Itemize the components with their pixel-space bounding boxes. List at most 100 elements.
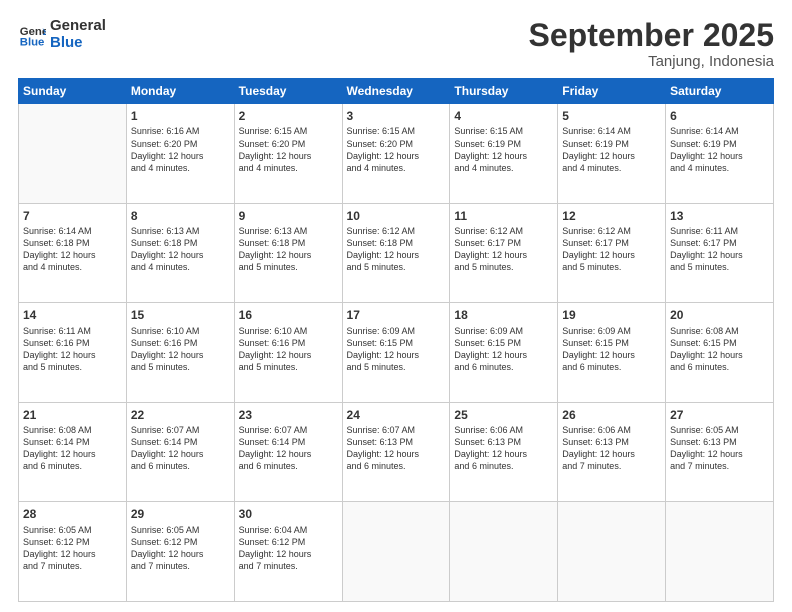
day-number: 29 <box>131 506 230 522</box>
day-info: Sunrise: 6:10 AMSunset: 6:16 PMDaylight:… <box>131 325 230 374</box>
day-info: Sunrise: 6:12 AMSunset: 6:18 PMDaylight:… <box>347 225 446 274</box>
calendar-cell: 6Sunrise: 6:14 AMSunset: 6:19 PMDaylight… <box>666 104 774 204</box>
day-info: Sunrise: 6:13 AMSunset: 6:18 PMDaylight:… <box>131 225 230 274</box>
calendar-cell: 1Sunrise: 6:16 AMSunset: 6:20 PMDaylight… <box>126 104 234 204</box>
day-number: 30 <box>239 506 338 522</box>
calendar-cell: 23Sunrise: 6:07 AMSunset: 6:14 PMDayligh… <box>234 402 342 502</box>
day-info: Sunrise: 6:12 AMSunset: 6:17 PMDaylight:… <box>562 225 661 274</box>
column-header-friday: Friday <box>558 79 666 104</box>
day-number: 20 <box>670 307 769 323</box>
calendar-cell: 20Sunrise: 6:08 AMSunset: 6:15 PMDayligh… <box>666 303 774 403</box>
day-info: Sunrise: 6:12 AMSunset: 6:17 PMDaylight:… <box>454 225 553 274</box>
day-info: Sunrise: 6:15 AMSunset: 6:20 PMDaylight:… <box>347 125 446 174</box>
calendar-cell: 22Sunrise: 6:07 AMSunset: 6:14 PMDayligh… <box>126 402 234 502</box>
day-number: 17 <box>347 307 446 323</box>
calendar-cell: 10Sunrise: 6:12 AMSunset: 6:18 PMDayligh… <box>342 203 450 303</box>
logo-blue: Blue <box>50 35 106 52</box>
day-info: Sunrise: 6:06 AMSunset: 6:13 PMDaylight:… <box>454 424 553 473</box>
calendar-week-row: 28 Sunrise: 6:05 AMSunset: 6:12 PMDayligh… <box>19 502 774 602</box>
column-header-saturday: Saturday <box>666 79 774 104</box>
day-number: 22 <box>131 407 230 423</box>
calendar-cell <box>666 502 774 602</box>
calendar-cell: 13Sunrise: 6:11 AMSunset: 6:17 PMDayligh… <box>666 203 774 303</box>
calendar-cell <box>450 502 558 602</box>
calendar-table: SundayMondayTuesdayWednesdayThursdayFrid… <box>18 78 774 602</box>
day-info: Sunrise: 6:08 AMSunset: 6:14 PMDaylight:… <box>23 424 122 473</box>
day-number: 27 <box>670 407 769 423</box>
day-number: 2 <box>239 108 338 124</box>
calendar-cell: 27Sunrise: 6:05 AMSunset: 6:13 PMDayligh… <box>666 402 774 502</box>
calendar-cell: 3Sunrise: 6:15 AMSunset: 6:20 PMDaylight… <box>342 104 450 204</box>
calendar-cell <box>19 104 127 204</box>
day-info: Sunrise: 6:14 AMSunset: 6:19 PMDaylight:… <box>670 125 769 174</box>
day-number: 4 <box>454 108 553 124</box>
day-number: 28 <box>23 506 122 522</box>
day-number: 6 <box>670 108 769 124</box>
calendar-cell: 18 Sunrise: 6:09 AMSunset: 6:15 PMDayligh… <box>450 303 558 403</box>
day-info: Sunrise: 6:07 AMSunset: 6:13 PMDaylight:… <box>347 424 446 473</box>
day-number: 26 <box>562 407 661 423</box>
calendar-cell: 5Sunrise: 6:14 AMSunset: 6:19 PMDaylight… <box>558 104 666 204</box>
calendar-cell: 21Sunrise: 6:08 AMSunset: 6:14 PMDayligh… <box>19 402 127 502</box>
day-info: Sunrise: 6:15 AMSunset: 6:19 PMDaylight:… <box>454 125 553 174</box>
column-header-wednesday: Wednesday <box>342 79 450 104</box>
day-info: Sunrise: 6:16 AMSunset: 6:20 PMDaylight:… <box>131 125 230 174</box>
day-info: Sunrise: 6:15 AMSunset: 6:20 PMDaylight:… <box>239 125 338 174</box>
day-number: 18 <box>454 307 553 323</box>
calendar-week-row: 14 Sunrise: 6:11 AMSunset: 6:16 PMDayligh… <box>19 303 774 403</box>
calendar-cell: 24Sunrise: 6:07 AMSunset: 6:13 PMDayligh… <box>342 402 450 502</box>
logo: General Blue General Blue <box>18 18 106 51</box>
day-info: Sunrise: 6:14 AMSunset: 6:18 PMDaylight:… <box>23 225 122 274</box>
day-info: Sunrise: 6:14 AMSunset: 6:19 PMDaylight:… <box>562 125 661 174</box>
day-number: 1 <box>131 108 230 124</box>
calendar-cell: 2Sunrise: 6:15 AMSunset: 6:20 PMDaylight… <box>234 104 342 204</box>
calendar-cell: 25Sunrise: 6:06 AMSunset: 6:13 PMDayligh… <box>450 402 558 502</box>
day-info: Sunrise: 6:07 AMSunset: 6:14 PMDaylight:… <box>131 424 230 473</box>
day-info: Sunrise: 6:11 AMSunset: 6:16 PMDaylight:… <box>23 325 122 374</box>
day-number: 3 <box>347 108 446 124</box>
day-number: 14 <box>23 307 122 323</box>
calendar-week-row: 1Sunrise: 6:16 AMSunset: 6:20 PMDaylight… <box>19 104 774 204</box>
day-number: 19 <box>562 307 661 323</box>
day-info: Sunrise: 6:13 AMSunset: 6:18 PMDaylight:… <box>239 225 338 274</box>
calendar-cell: 14 Sunrise: 6:11 AMSunset: 6:16 PMDayligh… <box>19 303 127 403</box>
calendar-cell: 19Sunrise: 6:09 AMSunset: 6:15 PMDayligh… <box>558 303 666 403</box>
calendar-header-row: SundayMondayTuesdayWednesdayThursdayFrid… <box>19 79 774 104</box>
calendar-cell: 29 Sunrise: 6:05 AMSunset: 6:12 PMDayligh… <box>126 502 234 602</box>
day-info: Sunrise: 6:09 AMSunset: 6:15 PMDaylight:… <box>454 325 553 374</box>
calendar-week-row: 21Sunrise: 6:08 AMSunset: 6:14 PMDayligh… <box>19 402 774 502</box>
day-number: 23 <box>239 407 338 423</box>
day-info: Sunrise: 6:06 AMSunset: 6:13 PMDaylight:… <box>562 424 661 473</box>
day-number: 9 <box>239 208 338 224</box>
day-number: 21 <box>23 407 122 423</box>
calendar-cell: 30Sunrise: 6:04 AMSunset: 6:12 PMDayligh… <box>234 502 342 602</box>
column-header-tuesday: Tuesday <box>234 79 342 104</box>
month-title: September 2025 <box>529 18 774 53</box>
day-info: Sunrise: 6:05 AMSunset: 6:12 PMDaylight:… <box>131 524 230 573</box>
svg-text:Blue: Blue <box>20 36 45 48</box>
calendar-cell: 28 Sunrise: 6:05 AMSunset: 6:12 PMDayligh… <box>19 502 127 602</box>
day-info: Sunrise: 6:09 AMSunset: 6:15 PMDaylight:… <box>347 325 446 374</box>
column-header-thursday: Thursday <box>450 79 558 104</box>
day-info: Sunrise: 6:05 AMSunset: 6:12 PMDaylight:… <box>23 524 122 573</box>
day-info: Sunrise: 6:07 AMSunset: 6:14 PMDaylight:… <box>239 424 338 473</box>
page-header: General Blue General Blue September 2025… <box>18 18 774 70</box>
day-number: 16 <box>239 307 338 323</box>
calendar-cell: 7Sunrise: 6:14 AMSunset: 6:18 PMDaylight… <box>19 203 127 303</box>
calendar-cell: 8Sunrise: 6:13 AMSunset: 6:18 PMDaylight… <box>126 203 234 303</box>
day-info: Sunrise: 6:10 AMSunset: 6:16 PMDaylight:… <box>239 325 338 374</box>
day-number: 25 <box>454 407 553 423</box>
day-number: 12 <box>562 208 661 224</box>
logo-icon: General Blue <box>18 21 46 49</box>
day-number: 5 <box>562 108 661 124</box>
day-info: Sunrise: 6:05 AMSunset: 6:13 PMDaylight:… <box>670 424 769 473</box>
location: Tanjung, Indonesia <box>529 53 774 70</box>
title-block: September 2025 Tanjung, Indonesia <box>529 18 774 70</box>
column-header-monday: Monday <box>126 79 234 104</box>
calendar-cell: 4Sunrise: 6:15 AMSunset: 6:19 PMDaylight… <box>450 104 558 204</box>
calendar-cell: 17 Sunrise: 6:09 AMSunset: 6:15 PMDayligh… <box>342 303 450 403</box>
day-number: 24 <box>347 407 446 423</box>
calendar-cell: 11Sunrise: 6:12 AMSunset: 6:17 PMDayligh… <box>450 203 558 303</box>
day-number: 7 <box>23 208 122 224</box>
calendar-cell: 12Sunrise: 6:12 AMSunset: 6:17 PMDayligh… <box>558 203 666 303</box>
